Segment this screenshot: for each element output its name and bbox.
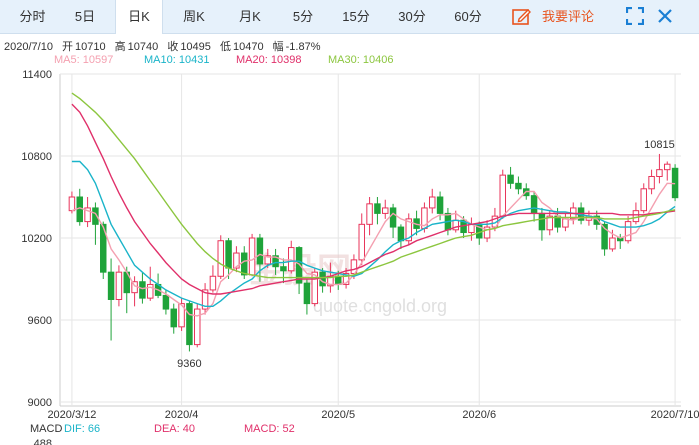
- candle-body-13: [170, 308, 177, 328]
- candle-body-27: [280, 266, 287, 272]
- y-tick-label-9600: 9600: [28, 315, 52, 327]
- candle-body-20: [225, 240, 232, 269]
- candle-body-12: [162, 294, 170, 310]
- candle-body-60: [538, 212, 546, 231]
- candle-body-73: [640, 188, 647, 212]
- candle-body-55: [499, 174, 506, 217]
- watermark-url: quote.cngold.org: [313, 296, 447, 316]
- candle-body-39: [374, 203, 381, 214]
- candle-body-37: [358, 223, 365, 261]
- candle-body-16: [194, 308, 201, 346]
- candle-body-32: [319, 271, 326, 287]
- annotation-9360: 9360: [177, 358, 201, 370]
- candle-body-30: [303, 282, 311, 305]
- candle-body-41: [389, 207, 397, 228]
- candle-body-76: [664, 163, 671, 171]
- x-tick-label-52: 2020/6: [462, 409, 496, 421]
- y-tick-label-10200: 10200: [21, 233, 52, 245]
- candle-body-42: [397, 226, 405, 242]
- candle-body-74: [648, 176, 655, 190]
- candlestick-chart: 11400 10800 10200 9600 90002020/3/12 2020/4 20…: [21, 69, 699, 445]
- candle-body-75: [656, 169, 663, 178]
- macd-legend: MACD DIF: 66 DEA: 40 MACD: 52: [0, 423, 699, 437]
- kline-widget: 分时 5日 日K 周K 月K 5分 15分 30分 60分 我要评论 2020/7/10 开 10…: [0, 0, 699, 445]
- candle-body-28: [288, 247, 295, 272]
- candle-body-9: [139, 281, 146, 299]
- candle-body-57: [515, 182, 522, 190]
- candle-body-56: [507, 174, 514, 184]
- candle-body-24: [256, 237, 264, 265]
- macd-axis-label: 488: [34, 438, 52, 445]
- x-tick-label-14: 2020/4: [165, 409, 199, 421]
- candle-body-46: [429, 196, 436, 209]
- y-tick-label-10800: 10800: [21, 151, 52, 163]
- candle-body-69: [609, 237, 616, 250]
- candle-body-40: [382, 207, 389, 214]
- macd-dea: DEA: 40: [154, 423, 195, 435]
- ma30-line: [71, 92, 676, 279]
- candle-body-19: [217, 240, 224, 277]
- candle-body-5: [107, 271, 115, 300]
- x-tick-label-0: 2020/3/12: [47, 409, 96, 421]
- x-tick-label-34: 2020/5: [321, 409, 355, 421]
- candle-body-6: [115, 271, 123, 300]
- candle-body-59: [530, 195, 538, 214]
- candle-body-23: [248, 237, 256, 276]
- candle-body-18: [209, 275, 217, 291]
- candle-body-72: [632, 210, 640, 223]
- candle-body-0: [68, 196, 76, 212]
- candle-body-63: [562, 218, 569, 228]
- y-tick-label-9000: 9000: [28, 397, 52, 409]
- candle-body-15: [186, 303, 193, 346]
- x-tick-label-77: 2020/7/10: [651, 409, 699, 421]
- candle-body-22: [241, 252, 248, 276]
- candle-body-38: [366, 203, 373, 225]
- ma20-line: [71, 103, 676, 295]
- candle-body-47: [436, 196, 444, 214]
- macd-value: MACD: 52: [244, 423, 295, 435]
- candle-body-71: [624, 221, 632, 242]
- annotation-10815: 10815: [644, 139, 675, 151]
- macd-title: MACD: [30, 423, 63, 435]
- macd-dif: DIF: 66: [64, 423, 101, 435]
- candle-body-34: [335, 275, 342, 285]
- ma10-line: [71, 160, 676, 307]
- y-tick-label-11400: 11400: [22, 69, 52, 81]
